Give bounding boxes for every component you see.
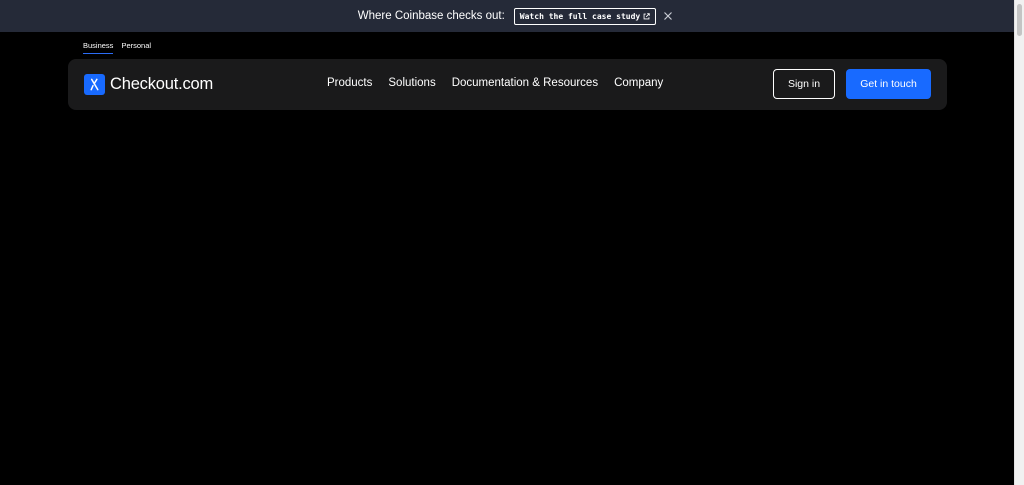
sign-in-button[interactable]: Sign in <box>773 69 835 99</box>
page: Where Coinbase checks out: Watch the ful… <box>0 0 1024 485</box>
nav-links: Products Solutions Documentation & Resou… <box>327 77 663 89</box>
nav-link-documentation[interactable]: Documentation & Resources <box>452 77 598 89</box>
logo-text: Checkout.com <box>110 75 214 93</box>
scrollbar-thumb[interactable] <box>1017 4 1022 36</box>
external-link-icon <box>643 12 650 20</box>
logo[interactable]: Checkout.com <box>84 74 213 95</box>
audience-switch: Business Personal <box>83 41 151 54</box>
announcement-text: Where Coinbase checks out: <box>357 10 505 22</box>
tab-business[interactable]: Business <box>83 41 114 54</box>
nav-link-solutions[interactable]: Solutions <box>388 77 435 89</box>
nav-link-company[interactable]: Company <box>614 77 663 89</box>
get-in-touch-button[interactable]: Get in touch <box>846 69 931 99</box>
announcement-content: Where Coinbase checks out: Watch the ful… <box>357 7 657 25</box>
nav-link-products[interactable]: Products <box>327 77 372 89</box>
case-study-link-label: Watch the full case study <box>519 11 641 21</box>
checkout-logo-icon <box>84 74 105 95</box>
close-icon[interactable] <box>662 10 674 22</box>
main-navbar: Checkout.com Products Solutions Document… <box>68 59 947 110</box>
case-study-link[interactable]: Watch the full case study <box>513 7 657 25</box>
tab-personal[interactable]: Personal <box>121 41 151 54</box>
announcement-bar: Where Coinbase checks out: Watch the ful… <box>0 0 1014 32</box>
scrollbar[interactable] <box>1014 0 1024 485</box>
